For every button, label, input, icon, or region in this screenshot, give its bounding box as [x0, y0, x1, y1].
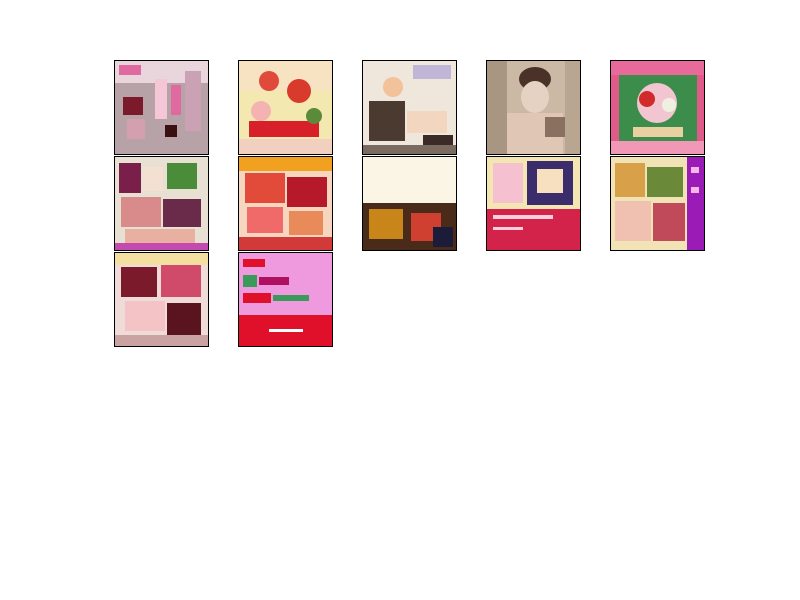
thumbnail-4[interactable]: [486, 60, 581, 155]
cover-image-3: [363, 61, 456, 154]
thumbnail-3[interactable]: [362, 60, 457, 155]
cover-image-4: [487, 61, 580, 154]
cover-image-1: [115, 61, 208, 154]
thumbnail-12[interactable]: [238, 252, 333, 347]
thumbnail-11[interactable]: [114, 252, 209, 347]
image-grid: [0, 0, 800, 600]
thumbnail-8[interactable]: [362, 156, 457, 251]
cover-image-11: [115, 253, 208, 346]
thumbnail-2[interactable]: [238, 60, 333, 155]
thumbnail-10[interactable]: [610, 156, 705, 251]
cover-image-9: [487, 157, 580, 250]
thumbnail-6[interactable]: [114, 156, 209, 251]
cover-image-12: [239, 253, 332, 346]
thumbnail-1[interactable]: [114, 60, 209, 155]
cover-image-2: [239, 61, 332, 154]
thumbnail-5[interactable]: [610, 60, 705, 155]
thumbnail-9[interactable]: [486, 156, 581, 251]
thumbnail-7[interactable]: [238, 156, 333, 251]
cover-image-5: [611, 61, 704, 154]
cover-image-7: [239, 157, 332, 250]
cover-image-10: [611, 157, 704, 250]
cover-image-8: [363, 157, 456, 250]
cover-image-6: [115, 157, 208, 250]
